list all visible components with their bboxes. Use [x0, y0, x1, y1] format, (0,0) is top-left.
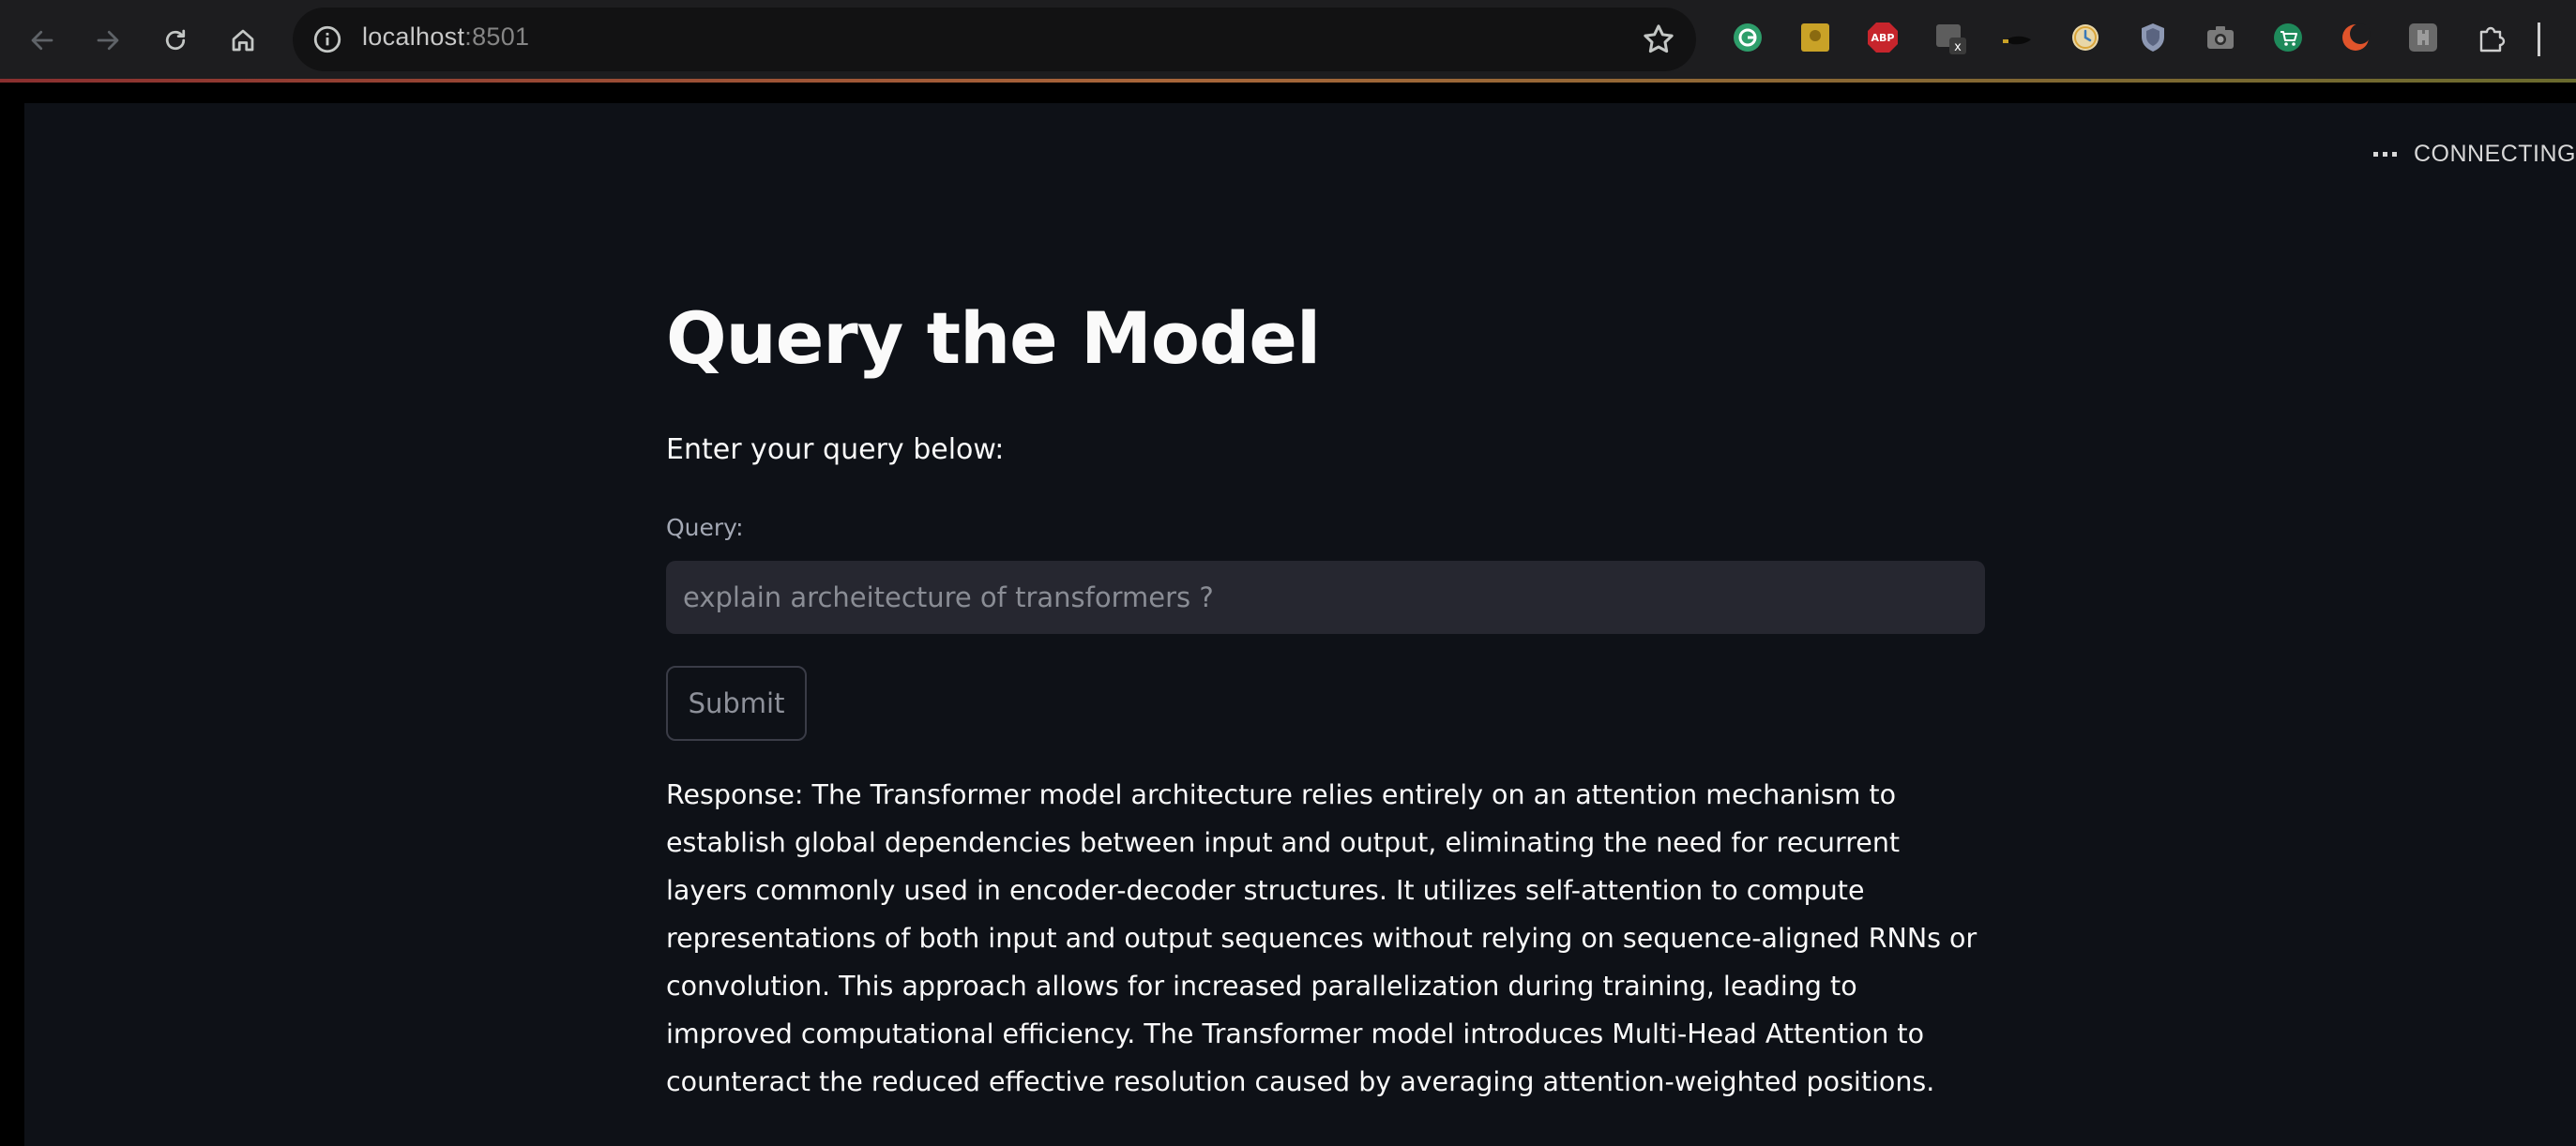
grammarly-icon[interactable] — [1731, 21, 1765, 54]
camera-icon[interactable] — [2204, 21, 2237, 54]
query-label: Query: — [666, 514, 744, 541]
puzzle-ext-icon[interactable] — [2406, 21, 2440, 54]
address-bar[interactable]: localhost:8501 — [293, 8, 1696, 71]
tab-manager-icon[interactable]: x — [1933, 21, 1967, 54]
status-dots-icon — [2372, 151, 2397, 157]
clock-icon[interactable] — [2068, 21, 2102, 54]
connection-status: CONNECTING — [2372, 135, 2576, 173]
url-host: localhost — [362, 23, 465, 51]
home-icon[interactable] — [218, 15, 268, 66]
back-arrow-icon[interactable] — [17, 15, 68, 66]
query-input[interactable] — [666, 561, 1985, 634]
browser-toolbar: localhost:8501 ABP x — [0, 0, 2576, 79]
adblock-plus-icon[interactable]: ABP — [1866, 21, 1900, 54]
url-text[interactable]: localhost:8501 — [362, 23, 529, 52]
sticky-note-icon[interactable] — [1798, 21, 1832, 54]
site-info-icon[interactable] — [311, 23, 343, 55]
extensions-icon[interactable] — [2474, 21, 2508, 54]
toolbar-divider — [2538, 23, 2540, 56]
page-left-border — [0, 83, 24, 1146]
moon-icon[interactable] — [2339, 21, 2372, 54]
cart-icon[interactable] — [2271, 21, 2305, 54]
reload-icon[interactable] — [150, 15, 201, 66]
response-text: Response: The Transformer model architec… — [666, 779, 1977, 1097]
page-subtitle: Enter your query below: — [666, 433, 1005, 466]
bookmark-star-icon[interactable] — [1640, 21, 1677, 58]
url-port: :8501 — [464, 23, 530, 51]
page-top-border — [0, 83, 2576, 103]
page-title: Query the Model — [666, 296, 1321, 380]
submit-button[interactable]: Submit — [666, 666, 807, 741]
svg-text:ABP: ABP — [1871, 32, 1895, 44]
svg-text:x: x — [1954, 40, 1962, 54]
streamlit-app: CONNECTING Query the Model Enter your qu… — [24, 103, 2576, 1146]
whale-icon[interactable] — [2001, 21, 2035, 54]
status-label: CONNECTING — [2413, 140, 2576, 167]
shield-icon[interactable] — [2136, 21, 2170, 54]
forward-arrow-icon[interactable] — [83, 15, 133, 66]
